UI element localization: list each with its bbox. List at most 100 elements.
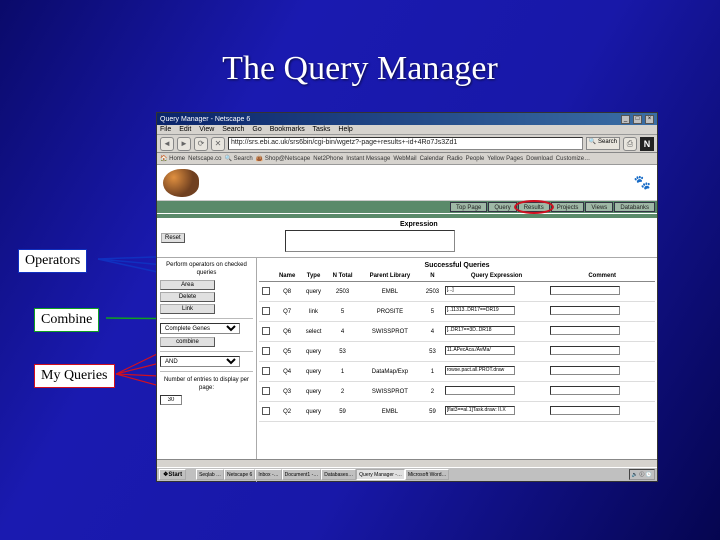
queries-title: Successful Queries xyxy=(259,262,655,269)
menubar: File Edit View Search Go Bookmarks Tasks… xyxy=(157,125,657,135)
start-button[interactable]: ❖ Start xyxy=(159,469,186,480)
row-comment-input[interactable] xyxy=(550,286,620,295)
left-panel: Perform operators on checked queries Are… xyxy=(157,258,257,482)
bm-netscape[interactable]: Netscape.co xyxy=(188,156,221,162)
tab-projects[interactable]: Projects xyxy=(551,202,585,212)
link-select[interactable]: Complete Genes xyxy=(160,323,240,334)
menu-help[interactable]: Help xyxy=(338,126,352,133)
menu-bookmarks[interactable]: Bookmarks xyxy=(270,126,305,133)
row-expr-input[interactable]: rowse.pact.all.PROT.draw xyxy=(445,366,515,375)
bm-shop[interactable]: 👜 Shop@Netscape xyxy=(256,155,311,162)
op-link-button[interactable]: Link xyxy=(160,304,215,314)
bm-yellowpages[interactable]: Yellow Pages xyxy=(487,156,523,162)
row-lib: EMBL xyxy=(359,282,422,302)
row-expr-input[interactable]: [flat3==al.1]Task.draw: II.X xyxy=(445,406,515,415)
tab-top-page[interactable]: Top Page xyxy=(450,202,487,212)
reload-button[interactable]: ⟳ xyxy=(194,137,208,151)
row-expr-input[interactable]: [...] xyxy=(445,286,515,295)
results-panel: Successful Queries Name Type N Total Par… xyxy=(257,258,657,482)
row-comment-input[interactable] xyxy=(550,386,620,395)
reset-row: Reset Expression xyxy=(157,218,657,258)
bm-calendar[interactable]: Calendar xyxy=(420,156,444,162)
maximize-button[interactable]: □ xyxy=(633,115,642,124)
row-ntotal: 5 xyxy=(327,302,359,322)
row-checkbox[interactable] xyxy=(262,287,270,295)
bookmark-toolbar: 🏠 Home Netscape.co 🔍 Search 👜 Shop@Netsc… xyxy=(157,153,657,165)
perpage-input[interactable] xyxy=(160,395,182,405)
op-area-button[interactable]: Area xyxy=(160,280,215,290)
menu-edit[interactable]: Edit xyxy=(179,126,191,133)
row-n: 53 xyxy=(421,342,444,362)
taskbar-item[interactable]: Databases… xyxy=(321,469,356,480)
row-expr-input[interactable]: 11.APecAca./AvMa/ xyxy=(445,346,515,355)
menu-tasks[interactable]: Tasks xyxy=(313,126,331,133)
combine-button[interactable]: combine xyxy=(160,337,215,347)
tab-results[interactable]: Results xyxy=(518,202,550,212)
search-button[interactable]: 🔍 Search xyxy=(586,137,620,150)
row-comment-input[interactable] xyxy=(550,406,620,415)
bm-home[interactable]: 🏠 Home xyxy=(160,155,185,162)
tab-databanks[interactable]: Databanks xyxy=(614,202,655,212)
taskbar-item[interactable]: Inbox -… xyxy=(255,469,281,480)
row-checkbox[interactable] xyxy=(262,347,270,355)
app-header: 🐾 xyxy=(157,165,657,201)
taskbar-item[interactable]: Document1 -… xyxy=(282,469,322,480)
menu-file[interactable]: File xyxy=(160,126,171,133)
menu-view[interactable]: View xyxy=(199,126,214,133)
forward-button[interactable]: ► xyxy=(177,137,191,151)
row-comment-input[interactable] xyxy=(550,326,620,335)
bm-customize[interactable]: Customize… xyxy=(556,156,590,162)
back-button[interactable]: ◄ xyxy=(160,137,174,151)
bm-webmail[interactable]: WebMail xyxy=(393,156,416,162)
print-button[interactable]: ⎙ xyxy=(623,137,637,151)
combine-select[interactable]: AND xyxy=(160,356,240,367)
bm-net2phone[interactable]: Net2Phone xyxy=(313,156,343,162)
row-ntotal: 2 xyxy=(327,382,359,402)
row-checkbox[interactable] xyxy=(262,327,270,335)
taskbar-item[interactable]: Seqlab … xyxy=(196,469,224,480)
url-input[interactable]: http://srs.ebi.ac.uk/srs6bin/cgi-bin/wge… xyxy=(228,137,583,150)
tab-query[interactable]: Query xyxy=(488,202,516,212)
browser-window: Query Manager - Netscape 6 _ □ × File Ed… xyxy=(156,112,658,482)
row-comment-input[interactable] xyxy=(550,346,620,355)
row-name: Q8 xyxy=(274,282,301,302)
bm-im[interactable]: Instant Message xyxy=(346,156,390,162)
row-checkbox[interactable] xyxy=(262,387,270,395)
op-delete-button[interactable]: Delete xyxy=(160,292,215,302)
row-checkbox[interactable] xyxy=(262,367,270,375)
table-row: Q7link5PROSITE5[..11313..DR17==DR19 xyxy=(259,302,655,322)
expression-input[interactable] xyxy=(285,230,455,252)
row-n: 5 xyxy=(421,302,444,322)
row-comment-input[interactable] xyxy=(550,366,620,375)
srs-logo-icon xyxy=(163,169,199,197)
bm-download[interactable]: Download xyxy=(526,156,553,162)
stop-button[interactable]: ✕ xyxy=(211,137,225,151)
row-name: Q6 xyxy=(274,322,301,342)
tab-views[interactable]: Views xyxy=(585,202,613,212)
windows-taskbar: ❖ Start Seqlab …Netscape 6Inbox -…Docume… xyxy=(157,467,657,481)
taskbar-item[interactable]: Microsoft Word… xyxy=(405,469,450,480)
menu-go[interactable]: Go xyxy=(252,126,261,133)
row-expr-input[interactable]: [..11313..DR17==DR19 xyxy=(445,306,515,315)
row-lib: SWISSPROT xyxy=(359,382,422,402)
reset-button[interactable]: Reset xyxy=(161,233,185,243)
queries-table: Name Type N Total Parent Library N Query… xyxy=(259,271,655,422)
bm-search[interactable]: 🔍 Search xyxy=(225,155,253,162)
row-name: Q3 xyxy=(274,382,301,402)
row-expr-input[interactable]: [..DR17==3D..DR18 xyxy=(445,326,515,335)
row-checkbox[interactable] xyxy=(262,307,270,315)
row-type: query xyxy=(301,342,327,362)
row-expr-input[interactable] xyxy=(445,386,515,395)
row-comment-input[interactable] xyxy=(550,306,620,315)
minimize-button[interactable]: _ xyxy=(621,115,630,124)
menu-search[interactable]: Search xyxy=(222,126,244,133)
taskbar-item[interactable]: Query Manager -… xyxy=(356,469,405,480)
app-tabbar: Top Page Query Results Projects Views Da… xyxy=(157,201,657,213)
bm-people[interactable]: People xyxy=(466,156,485,162)
row-checkbox[interactable] xyxy=(262,407,270,415)
row-type: select xyxy=(301,322,327,342)
slide-title: The Query Manager xyxy=(0,0,720,98)
bm-radio[interactable]: Radio xyxy=(447,156,463,162)
taskbar-item[interactable]: Netscape 6 xyxy=(224,469,255,480)
close-button[interactable]: × xyxy=(645,115,654,124)
